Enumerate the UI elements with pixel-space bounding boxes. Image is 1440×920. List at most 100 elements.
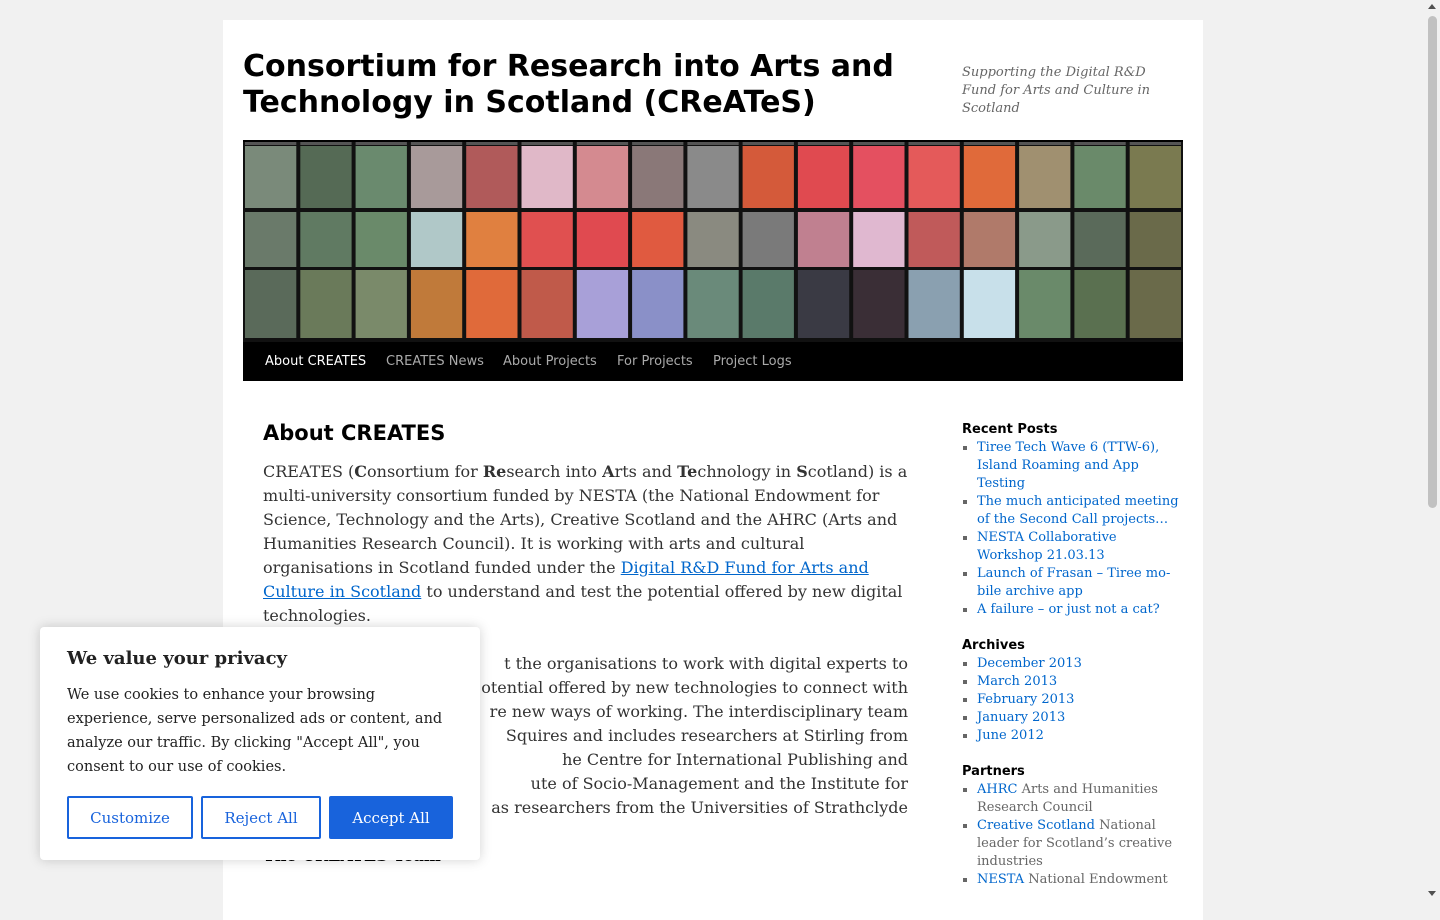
customize-button[interactable]: Customize — [67, 796, 193, 839]
intro-bold-letter: S — [796, 462, 808, 481]
sidebar: Recent Posts Tiree Tech Wave 6 (TTW-6), … — [962, 421, 1182, 907]
recent-post-link[interactable]: The much anticipated meet­ing of the Sec… — [977, 494, 1179, 527]
cookie-title: We value your privacy — [67, 648, 287, 669]
recent-post-link[interactable]: A failure – or just not a cat? — [977, 602, 1160, 617]
intro-text: rts and — [614, 462, 678, 481]
list-item: NESTA Collaborative Workshop 21.03.13 — [977, 529, 1182, 565]
banner-tile — [632, 270, 684, 338]
banner-tile — [687, 142, 739, 145]
banner-tile — [245, 142, 297, 145]
scroll-up-arrow-icon[interactable] — [1428, 4, 1436, 9]
archive-link[interactable]: January 2013 — [977, 710, 1065, 725]
list-item: December 2013 — [977, 655, 1182, 673]
nav-item-about-creates[interactable]: About CREATES — [265, 342, 366, 381]
banner-tile — [797, 142, 850, 145]
banner-tile — [1019, 212, 1071, 267]
recent-post-link[interactable]: NESTA Collaborative Workshop 21.03.13 — [977, 530, 1117, 563]
banner-tile — [521, 270, 573, 338]
banner-tile — [632, 142, 684, 145]
site-title[interactable]: Consortium for Research into Arts and Te… — [243, 49, 943, 121]
accept-all-button[interactable]: Accept All — [329, 796, 453, 839]
list-item: A failure – or just not a cat? — [977, 601, 1182, 619]
banner-tile — [742, 146, 794, 208]
banner-tile — [742, 270, 794, 338]
recent-posts-list: Tiree Tech Wave 6 (TTW-6), Island Roamin… — [977, 439, 1182, 619]
header-banner-image — [243, 140, 1183, 342]
banner-tile — [1129, 270, 1181, 338]
intro-bold-letter: Re — [482, 462, 507, 481]
list-item: March 2013 — [977, 673, 1182, 691]
partner-link-nesta[interactable]: NESTA — [977, 872, 1024, 887]
banner-tile — [355, 146, 407, 208]
banner-tile — [908, 270, 960, 338]
list-item: NESTA National Endowment — [977, 871, 1182, 889]
vertical-scrollbar[interactable] — [1425, 0, 1440, 900]
banner-tile — [1129, 212, 1181, 267]
banner-tile — [245, 212, 297, 267]
partners-widget: Partners AHRC Arts and Humanities Resear… — [962, 763, 1182, 889]
archive-link[interactable]: March 2013 — [977, 674, 1057, 689]
archive-link[interactable]: December 2013 — [977, 656, 1082, 671]
banner-tile — [576, 146, 629, 208]
nav-item-for-projects[interactable]: For Projects — [617, 342, 693, 381]
recent-post-link[interactable]: Launch of Frasan – Tiree mo­bile archive… — [977, 566, 1170, 599]
banner-tile — [963, 146, 1016, 208]
scrollbar-thumb[interactable] — [1428, 16, 1437, 508]
site-description: Supporting the Digital R&D Fund for Arts… — [962, 65, 1151, 116]
banner-tile — [963, 270, 1016, 338]
banner-tile — [1129, 142, 1181, 145]
intro-text: onsortium for — [367, 462, 483, 481]
page-title: About CREATES — [263, 421, 446, 445]
banner-tile — [466, 146, 518, 208]
archive-link[interactable]: June 2012 — [977, 728, 1044, 743]
archives-list: December 2013 March 2013 February 2013 J… — [977, 655, 1182, 745]
archive-link[interactable]: February 2013 — [977, 692, 1074, 707]
banner-tile — [576, 142, 629, 145]
intro-bold-letter: C — [354, 462, 368, 481]
banner-tile — [1019, 142, 1071, 145]
banner-tile — [632, 212, 684, 267]
banner-tile — [300, 146, 352, 208]
partners-list: AHRC Arts and Humanities Research Counci… — [977, 781, 1182, 889]
banner-tile — [576, 270, 629, 338]
nav-item-creates-news[interactable]: CREATES News — [386, 342, 484, 381]
banner-tile — [521, 146, 573, 208]
banner-tile — [1129, 146, 1181, 208]
recent-post-link[interactable]: Tiree Tech Wave 6 (TTW-6), Island Roamin… — [977, 440, 1159, 491]
banner-tile — [355, 212, 407, 267]
banner-tile — [410, 146, 463, 208]
banner-tile — [355, 142, 407, 145]
banner-tile — [410, 142, 463, 145]
banner-tile — [797, 146, 850, 208]
banner-tile — [1019, 270, 1071, 338]
banner-tile — [908, 212, 960, 267]
banner-tile — [300, 270, 352, 338]
banner-tile — [742, 212, 794, 267]
recent-posts-widget: Recent Posts Tiree Tech Wave 6 (TTW-6), … — [962, 421, 1182, 619]
banner-tile — [410, 212, 463, 267]
banner-tile — [742, 142, 794, 145]
reject-all-button[interactable]: Reject All — [201, 796, 321, 839]
partner-link-ahrc[interactable]: AHRC — [977, 782, 1017, 797]
banner-tile — [908, 142, 960, 145]
banner-tile — [521, 142, 573, 145]
recent-posts-title: Recent Posts — [962, 422, 1058, 437]
intro-paragraph: CREATES (Consortium for Research into Ar… — [263, 460, 908, 628]
banner-tile — [300, 142, 352, 145]
banner-tile — [1074, 212, 1126, 267]
banner-tile — [1074, 270, 1126, 338]
main-navigation: About CREATES CREATES News About Project… — [243, 342, 1183, 381]
list-item: Creative Scotland National leader for Sc… — [977, 817, 1182, 871]
banner-tile — [797, 270, 850, 338]
partner-link-creative-scotland[interactable]: Creative Scotland — [977, 818, 1095, 833]
banner-tile — [853, 270, 905, 338]
banner-tile — [963, 212, 1016, 267]
banner-tile — [963, 142, 1016, 145]
banner-tile — [687, 212, 739, 267]
cookie-consent-banner: We value your privacy We use cookies to … — [40, 627, 480, 860]
nav-item-project-logs[interactable]: Project Logs — [713, 342, 792, 381]
scroll-down-arrow-icon[interactable] — [1428, 891, 1436, 896]
nav-item-about-projects[interactable]: About Projects — [503, 342, 597, 381]
banner-tile — [466, 212, 518, 267]
banner-tile — [853, 142, 905, 145]
